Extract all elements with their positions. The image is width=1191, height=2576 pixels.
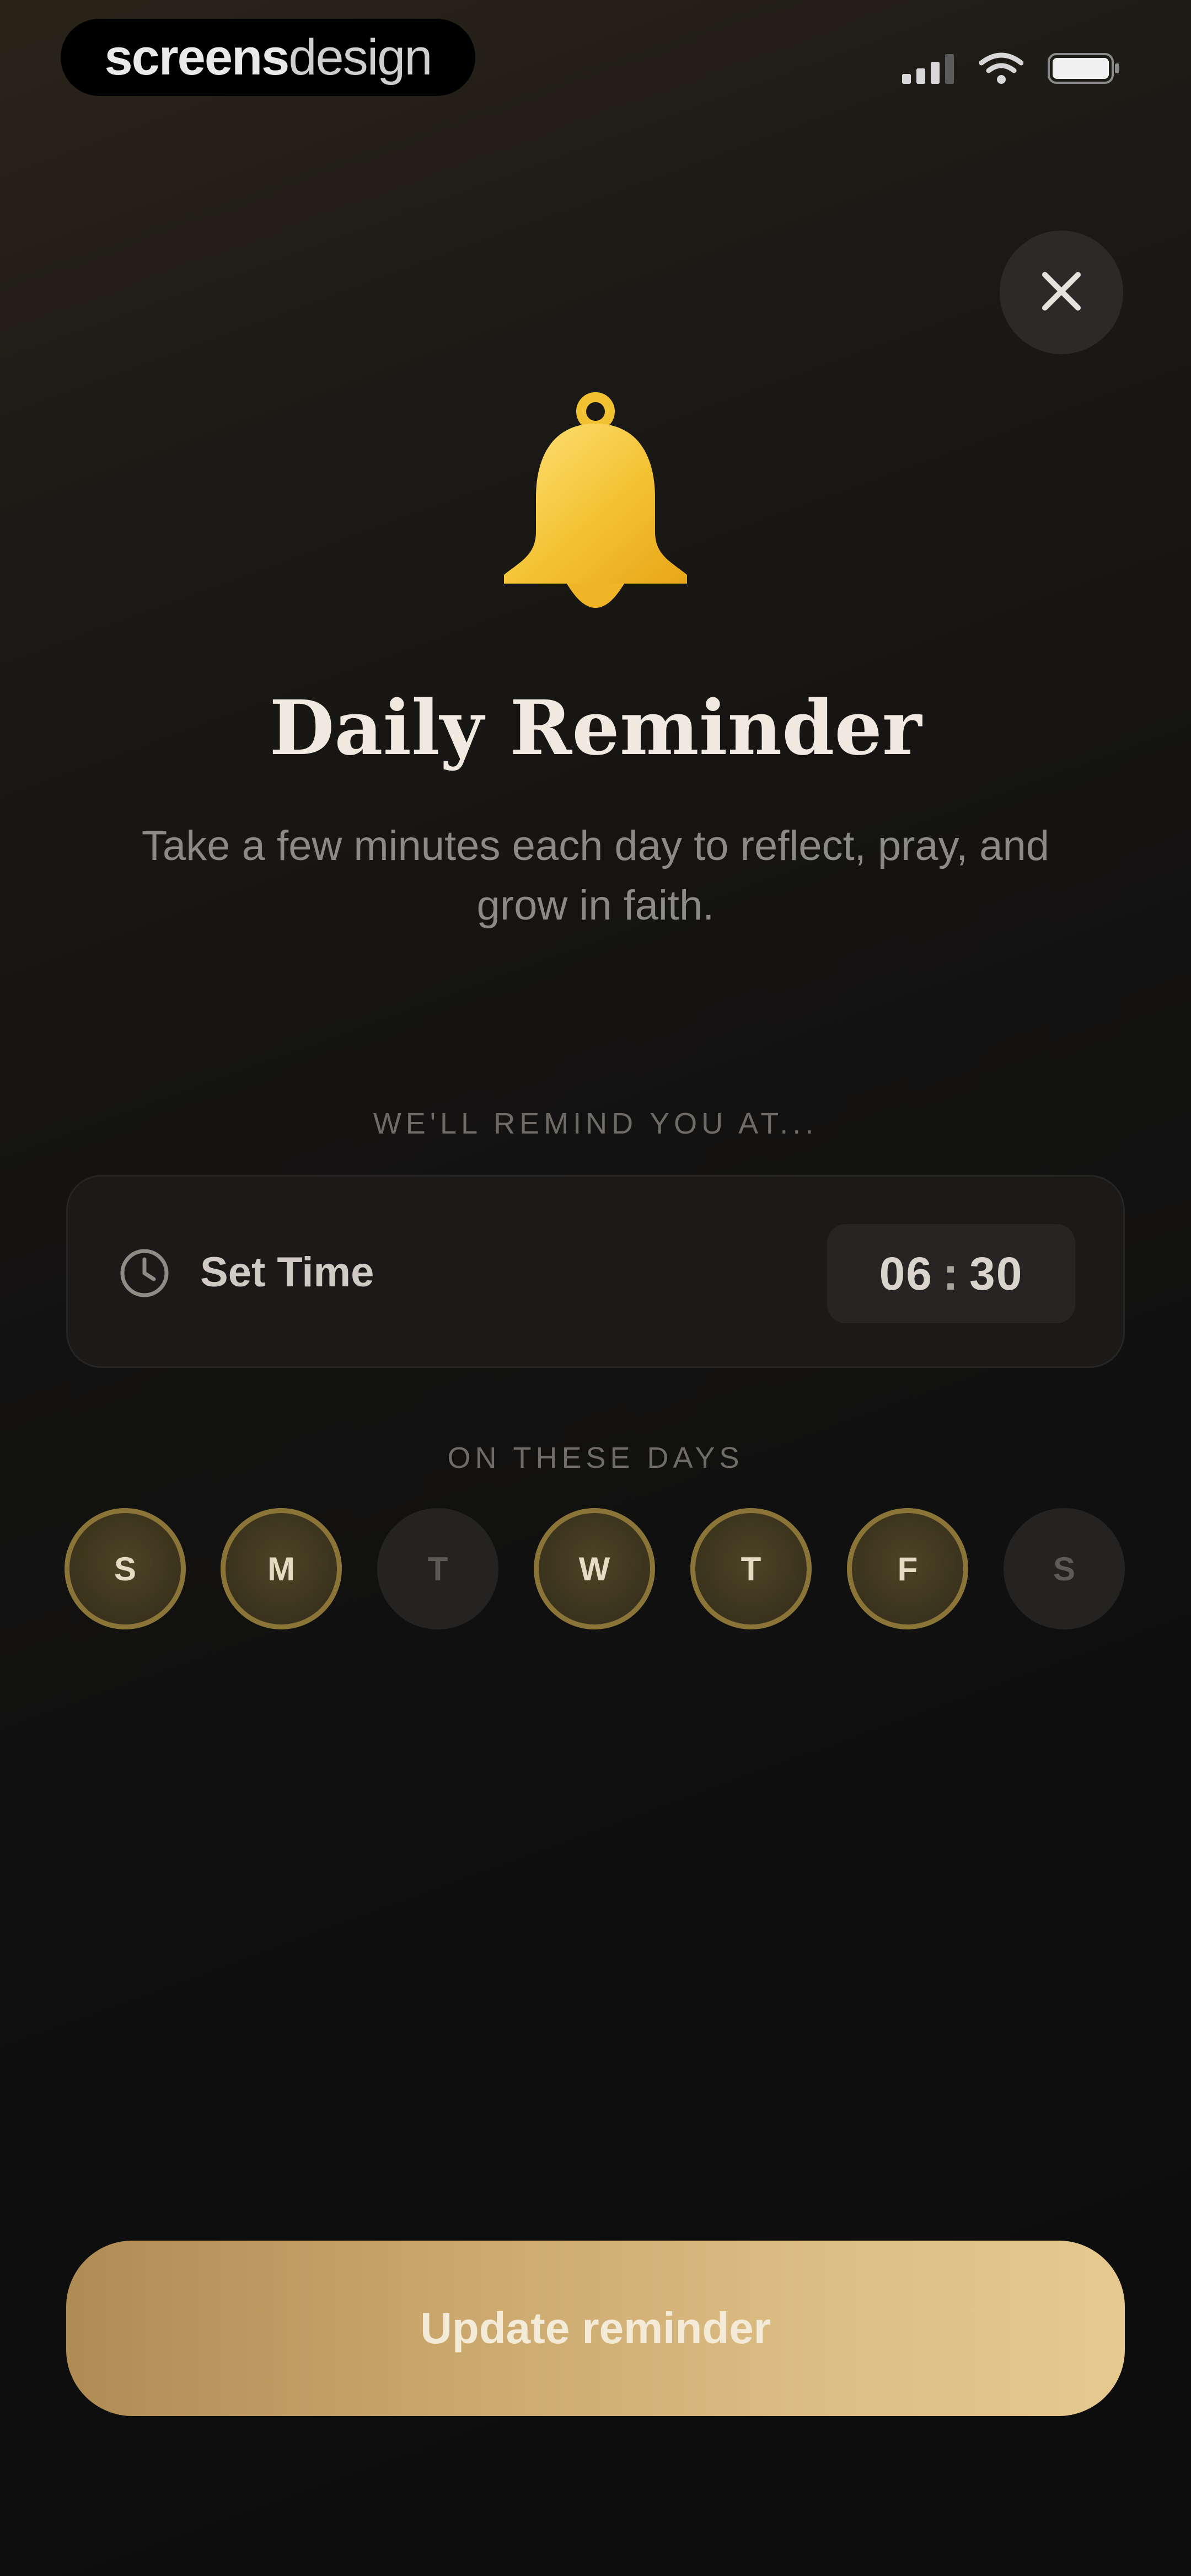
day-toggle-thursday[interactable]: T	[690, 1508, 812, 1629]
days-label: ON THESE DAYS	[447, 1441, 744, 1474]
set-time-label: Set Time	[200, 1249, 374, 1296]
day-label: M	[267, 1550, 295, 1588]
day-label: F	[897, 1550, 918, 1588]
cellular-signal-icon	[902, 53, 955, 86]
watermark-part-2: design	[288, 29, 432, 85]
battery-icon	[1048, 52, 1120, 87]
day-label: T	[741, 1550, 761, 1588]
status-bar	[902, 52, 1120, 87]
update-reminder-button[interactable]: Update reminder	[66, 2241, 1125, 2416]
bell-icon	[496, 389, 695, 627]
watermark-logo: screens design	[61, 19, 475, 96]
day-toggle-tuesday[interactable]: T	[377, 1508, 498, 1629]
set-time-row[interactable]: Set Time 06 : 30	[66, 1175, 1125, 1368]
remind-time-label: WE'LL REMIND YOU AT...	[373, 1107, 818, 1140]
watermark-part-1: screens	[104, 29, 290, 85]
day-toggle-wednesday[interactable]: W	[534, 1508, 655, 1629]
day-toggle-friday[interactable]: F	[847, 1508, 968, 1629]
page-subtitle: Take a few minutes each day to reflect, …	[141, 822, 1050, 929]
daily-reminder-screen: screens design Daily Reminder Take a few…	[0, 0, 1191, 2576]
close-icon	[1039, 269, 1083, 316]
wifi-icon	[979, 52, 1024, 87]
time-hours: 06	[879, 1247, 933, 1300]
day-label: S	[114, 1550, 137, 1588]
day-label: W	[578, 1550, 610, 1588]
page-title: Daily Reminder	[269, 684, 922, 772]
day-toggle-monday[interactable]: M	[221, 1508, 342, 1629]
day-label: S	[1053, 1550, 1076, 1588]
update-reminder-label: Update reminder	[420, 2304, 771, 2353]
time-minutes: 30	[969, 1247, 1023, 1300]
day-toggle-sunday[interactable]: S	[65, 1508, 186, 1629]
time-separator: :	[943, 1247, 959, 1300]
clock-icon	[119, 1247, 170, 1299]
close-button[interactable]	[1000, 231, 1123, 354]
day-label: T	[427, 1550, 448, 1588]
time-picker-value[interactable]: 06 : 30	[827, 1224, 1075, 1323]
day-toggle-saturday[interactable]: S	[1004, 1508, 1125, 1629]
